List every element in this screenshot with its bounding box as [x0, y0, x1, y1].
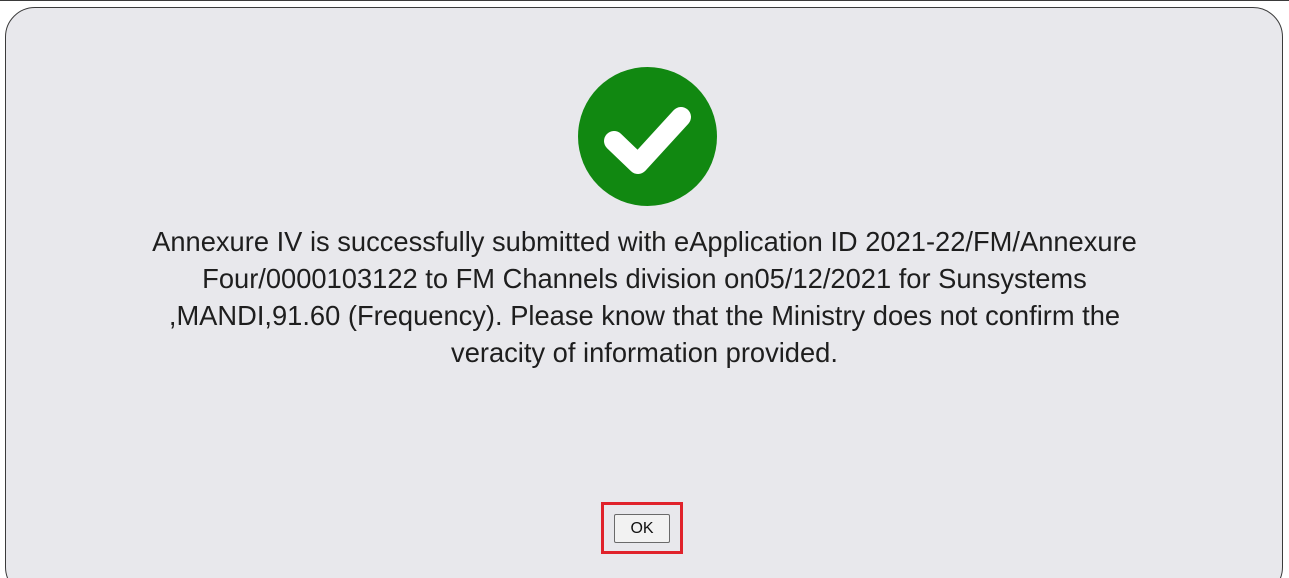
- page: Annexure IV is successfully submitted wi…: [0, 0, 1289, 578]
- success-message: Annexure IV is successfully submitted wi…: [10, 223, 1279, 371]
- message-line: Annexure IV is successfully submitted wi…: [152, 226, 1137, 257]
- ok-button[interactable]: OK: [614, 514, 670, 543]
- message-line: ,MANDI,91.60 (Frequency). Please know th…: [168, 300, 1121, 331]
- check-circle-icon: [578, 67, 717, 206]
- checkmark-icon: [604, 107, 691, 174]
- message-line: veracity of information provided.: [451, 337, 838, 368]
- top-divider: [0, 0, 1289, 1]
- message-line: Four/0000103122 to FM Channels division …: [202, 263, 1087, 294]
